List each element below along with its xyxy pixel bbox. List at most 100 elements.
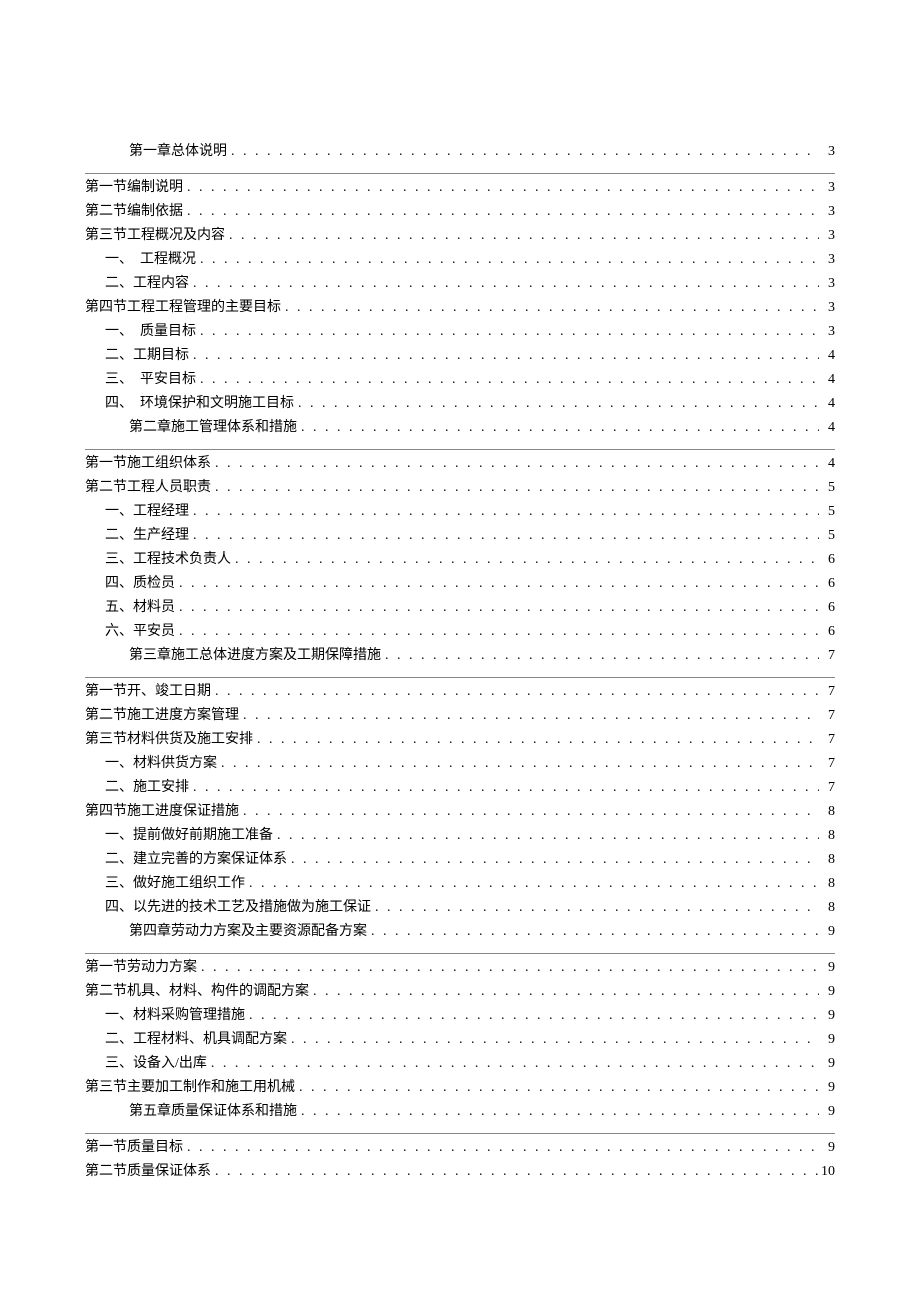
toc-leader-dots: . . . . . . . . . . . . . . . . . . . . … xyxy=(297,1105,819,1119)
toc-label: 第一节质量目标 xyxy=(85,1141,183,1155)
toc-page-number: 3 xyxy=(819,145,835,159)
toc-page-number: 9 xyxy=(819,985,835,999)
toc-label: 第三节主要加工制作和施工用机械 xyxy=(85,1081,295,1095)
toc-leader-dots: . . . . . . . . . . . . . . . . . . . . … xyxy=(294,397,819,411)
toc-label: 二、建立完善的方案保证体系 xyxy=(105,853,287,867)
toc-subsection-row: 二、施工安排. . . . . . . . . . . . . . . . . … xyxy=(85,776,835,800)
toc-subsection-row: 四、以先进的技术工艺及措施做为施工保证. . . . . . . . . . .… xyxy=(85,896,835,920)
toc-label: 第二章施工管理体系和措施 xyxy=(129,421,297,435)
toc-section-row: 第二节机具、材料、构件的调配方案. . . . . . . . . . . . … xyxy=(85,980,835,1004)
toc-label: 第三章施工总体进度方案及工期保障措施 xyxy=(129,649,381,663)
toc-section-row: 第二节工程人员职责. . . . . . . . . . . . . . . .… xyxy=(85,476,835,500)
toc-subsection-row: 三、做好施工组织工作. . . . . . . . . . . . . . . … xyxy=(85,872,835,896)
toc-label: 五、材料员 xyxy=(105,601,175,615)
toc-subsection-row: 四、 环境保护和文明施工目标. . . . . . . . . . . . . … xyxy=(85,392,835,416)
toc-label: 第一节劳动力方案 xyxy=(85,961,197,975)
toc-page-number: 9 xyxy=(819,1105,835,1119)
toc-section-row: 第二节质量保证体系. . . . . . . . . . . . . . . .… xyxy=(85,1160,835,1184)
toc-label: 第二节机具、材料、构件的调配方案 xyxy=(85,985,309,999)
toc-label: 四、以先进的技术工艺及措施做为施工保证 xyxy=(105,901,371,915)
toc-leader-dots: . . . . . . . . . . . . . . . . . . . . … xyxy=(297,421,819,435)
toc-leader-dots: . . . . . . . . . . . . . . . . . . . . … xyxy=(287,853,819,867)
toc-section-row: 第一节编制说明. . . . . . . . . . . . . . . . .… xyxy=(85,176,835,200)
toc-leader-dots: . . . . . . . . . . . . . . . . . . . . … xyxy=(189,505,819,519)
toc-subsection-row: 一、 质量目标. . . . . . . . . . . . . . . . .… xyxy=(85,320,835,344)
toc-page-number: 4 xyxy=(819,421,835,435)
toc-page-number: 9 xyxy=(819,1009,835,1023)
toc-page-number: 9 xyxy=(819,1033,835,1047)
toc-chapter-row: 第四章劳动力方案及主要资源配备方案. . . . . . . . . . . .… xyxy=(85,920,835,947)
toc-leader-dots: . . . . . . . . . . . . . . . . . . . . … xyxy=(281,301,819,315)
toc-label: 第一章总体说明 xyxy=(129,145,227,159)
toc-page-number: 5 xyxy=(819,481,835,495)
toc-page-number: 9 xyxy=(819,1057,835,1071)
toc-label: 二、工程材料、机具调配方案 xyxy=(105,1033,287,1047)
toc-leader-dots: . . . . . . . . . . . . . . . . . . . . … xyxy=(175,625,819,639)
toc-page-number: 7 xyxy=(819,709,835,723)
toc-page-number: 7 xyxy=(819,733,835,747)
toc-page-number: 9 xyxy=(819,1141,835,1155)
toc-label: 二、施工安排 xyxy=(105,781,189,795)
toc-page-number: 4 xyxy=(819,373,835,387)
toc-page-number: 3 xyxy=(819,277,835,291)
toc-section-row: 第三节主要加工制作和施工用机械. . . . . . . . . . . . .… xyxy=(85,1076,835,1100)
toc-label: 第二节工程人员职责 xyxy=(85,481,211,495)
toc-subsection-row: 二、工期目标. . . . . . . . . . . . . . . . . … xyxy=(85,344,835,368)
toc-page-number: 5 xyxy=(819,529,835,543)
toc-leader-dots: . . . . . . . . . . . . . . . . . . . . … xyxy=(287,1033,819,1047)
toc-leader-dots: . . . . . . . . . . . . . . . . . . . . … xyxy=(245,1009,819,1023)
toc-page-number: 6 xyxy=(819,625,835,639)
toc-chapter-row: 第一章总体说明. . . . . . . . . . . . . . . . .… xyxy=(85,140,835,167)
toc-section-row: 第四节施工进度保证措施. . . . . . . . . . . . . . .… xyxy=(85,800,835,824)
toc-page-number: 7 xyxy=(819,685,835,699)
toc-page-number: 7 xyxy=(819,781,835,795)
toc-label: 二、生产经理 xyxy=(105,529,189,543)
toc-leader-dots: . . . . . . . . . . . . . . . . . . . . … xyxy=(197,961,819,975)
toc-subsection-row: 一、材料供货方案. . . . . . . . . . . . . . . . … xyxy=(85,752,835,776)
toc-subsection-row: 二、工程材料、机具调配方案. . . . . . . . . . . . . .… xyxy=(85,1028,835,1052)
toc-leader-dots: . . . . . . . . . . . . . . . . . . . . … xyxy=(245,877,819,891)
toc-leader-dots: . . . . . . . . . . . . . . . . . . . . … xyxy=(273,829,819,843)
toc-label: 一、 质量目标 xyxy=(105,325,196,339)
toc-leader-dots: . . . . . . . . . . . . . . . . . . . . … xyxy=(183,181,819,195)
toc-subsection-row: 二、生产经理. . . . . . . . . . . . . . . . . … xyxy=(85,524,835,548)
toc-leader-dots: . . . . . . . . . . . . . . . . . . . . … xyxy=(227,145,819,159)
toc-page-number: 4 xyxy=(819,349,835,363)
toc-subsection-row: 四、质检员. . . . . . . . . . . . . . . . . .… xyxy=(85,572,835,596)
toc-subsection-row: 一、提前做好前期施工准备. . . . . . . . . . . . . . … xyxy=(85,824,835,848)
toc-label: 一、工程经理 xyxy=(105,505,189,519)
toc-label: 四、 环境保护和文明施工目标 xyxy=(105,397,294,411)
toc-section-row: 第三节工程概况及内容. . . . . . . . . . . . . . . … xyxy=(85,224,835,248)
toc-label: 第一节开、竣工日期 xyxy=(85,685,211,699)
toc-page-number: 3 xyxy=(819,253,835,267)
toc-label: 第二节施工进度方案管理 xyxy=(85,709,239,723)
toc-section-row: 第二节施工进度方案管理. . . . . . . . . . . . . . .… xyxy=(85,704,835,728)
toc-page-number: 6 xyxy=(819,601,835,615)
toc-label: 六、平安员 xyxy=(105,625,175,639)
toc-leader-dots: . . . . . . . . . . . . . . . . . . . . … xyxy=(225,229,819,243)
toc-section-row: 第一节开、竣工日期. . . . . . . . . . . . . . . .… xyxy=(85,680,835,704)
toc-leader-dots: . . . . . . . . . . . . . . . . . . . . … xyxy=(183,1141,819,1155)
toc-label: 三、设备入/出库 xyxy=(105,1057,207,1071)
toc-subsection-row: 三、设备入/出库. . . . . . . . . . . . . . . . … xyxy=(85,1052,835,1076)
toc-subsection-row: 三、 平安目标. . . . . . . . . . . . . . . . .… xyxy=(85,368,835,392)
toc-leader-dots: . . . . . . . . . . . . . . . . . . . . … xyxy=(309,985,819,999)
toc-leader-dots: . . . . . . . . . . . . . . . . . . . . … xyxy=(189,277,819,291)
toc-label: 第一节编制说明 xyxy=(85,181,183,195)
toc-section-row: 第三节材料供货及施工安排. . . . . . . . . . . . . . … xyxy=(85,728,835,752)
toc-page-number: 8 xyxy=(819,877,835,891)
toc-chapter-row: 第五章质量保证体系和措施. . . . . . . . . . . . . . … xyxy=(85,1100,835,1127)
toc-subsection-row: 二、建立完善的方案保证体系. . . . . . . . . . . . . .… xyxy=(85,848,835,872)
toc-page-number: 3 xyxy=(819,181,835,195)
toc-subsection-row: 三、工程技术负责人. . . . . . . . . . . . . . . .… xyxy=(85,548,835,572)
toc-label: 一、材料采购管理措施 xyxy=(105,1009,245,1023)
toc-chapter-row: 第三章施工总体进度方案及工期保障措施. . . . . . . . . . . … xyxy=(85,644,835,671)
toc-label: 第三节工程概况及内容 xyxy=(85,229,225,243)
toc-label: 三、做好施工组织工作 xyxy=(105,877,245,891)
toc-page-number: 8 xyxy=(819,829,835,843)
toc-label: 二、工程内容 xyxy=(105,277,189,291)
toc-page-number: 7 xyxy=(819,757,835,771)
toc-label: 第四节施工进度保证措施 xyxy=(85,805,239,819)
toc-leader-dots: . . . . . . . . . . . . . . . . . . . . … xyxy=(207,1057,819,1071)
toc-page-number: 6 xyxy=(819,553,835,567)
